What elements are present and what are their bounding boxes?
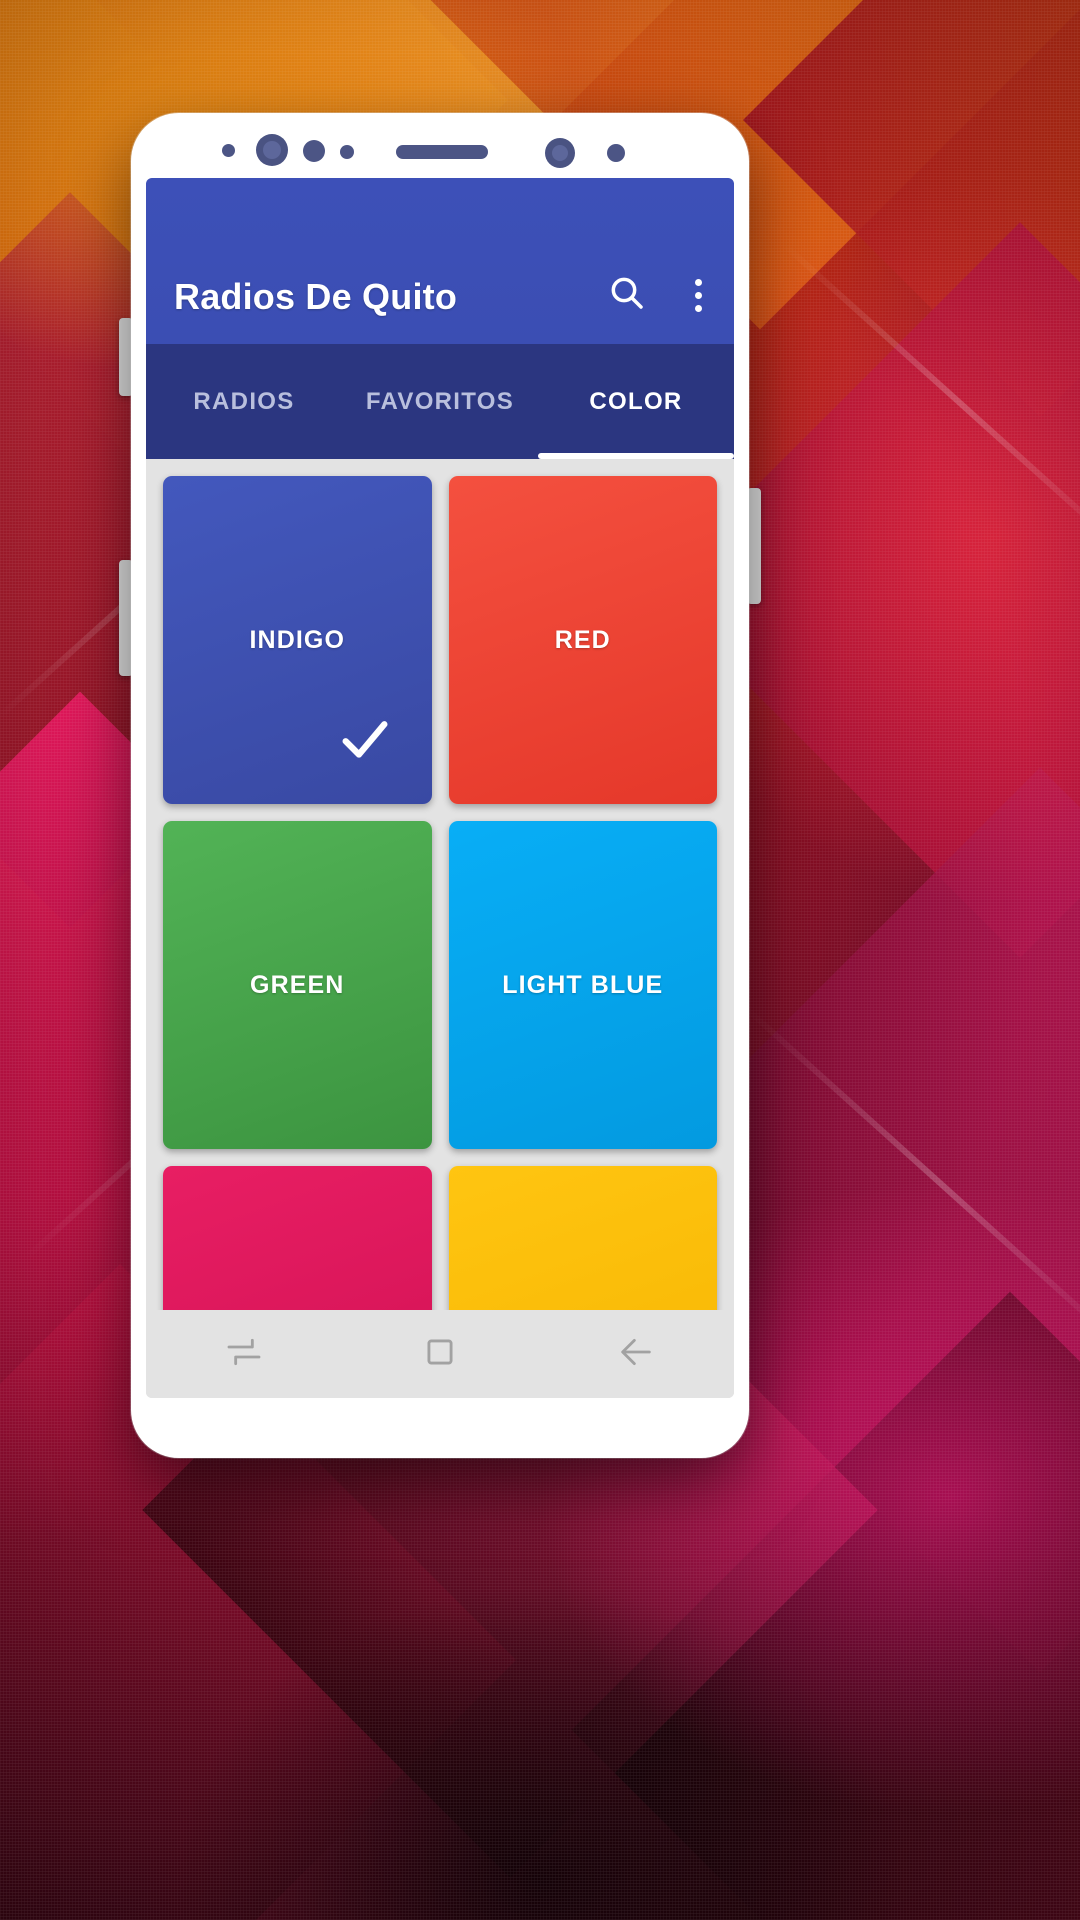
phone-screen: Radios De Quito RADIOS FAVORITOS COLOR I… bbox=[146, 178, 734, 1398]
color-card-label: INDIGO bbox=[249, 625, 345, 654]
front-camera-lens bbox=[263, 141, 281, 159]
tab-indicator bbox=[537, 453, 734, 459]
android-nav-bar bbox=[146, 1310, 734, 1398]
tab-label: FAVORITOS bbox=[365, 387, 515, 415]
app-bar-actions bbox=[607, 273, 712, 318]
back-icon[interactable] bbox=[616, 1332, 656, 1377]
sensor-dot bbox=[222, 144, 235, 157]
check-icon bbox=[336, 711, 394, 774]
color-card-green[interactable]: GREEN bbox=[163, 821, 432, 1149]
page-title: Radios De Quito bbox=[174, 276, 458, 317]
tab-radios[interactable]: RADIOS bbox=[146, 344, 342, 459]
color-card-indigo[interactable]: INDIGO bbox=[163, 476, 432, 804]
tab-color[interactable]: COLOR bbox=[538, 344, 734, 459]
app-bar: Radios De Quito bbox=[146, 178, 734, 344]
sensor-dot bbox=[340, 145, 354, 159]
home-icon[interactable] bbox=[421, 1333, 459, 1376]
color-grid: INDIGO RED GREEN LIGHT BLUE PINK bbox=[146, 459, 734, 1398]
phone-mockup: Radios De Quito RADIOS FAVORITOS COLOR I… bbox=[131, 113, 749, 1458]
color-card-red[interactable]: RED bbox=[448, 476, 717, 804]
tab-label: RADIOS bbox=[193, 387, 295, 415]
color-card-label: RED bbox=[554, 625, 611, 654]
search-icon[interactable] bbox=[607, 273, 647, 318]
color-card-light-blue[interactable]: LIGHT BLUE bbox=[448, 821, 717, 1149]
sensor-dot bbox=[607, 144, 625, 162]
iris-scanner-lens bbox=[552, 145, 568, 161]
recents-icon[interactable] bbox=[224, 1332, 264, 1377]
tab-bar: RADIOS FAVORITOS COLOR bbox=[146, 344, 734, 459]
more-vert-icon[interactable] bbox=[685, 275, 712, 316]
power-button[interactable] bbox=[747, 488, 761, 604]
color-card-label: GREEN bbox=[250, 970, 345, 999]
tab-favoritos[interactable]: FAVORITOS bbox=[342, 344, 538, 459]
tab-label: COLOR bbox=[589, 387, 683, 415]
earpiece-speaker bbox=[396, 145, 488, 159]
sensor-dot bbox=[303, 140, 325, 162]
color-card-label: LIGHT BLUE bbox=[502, 970, 664, 999]
